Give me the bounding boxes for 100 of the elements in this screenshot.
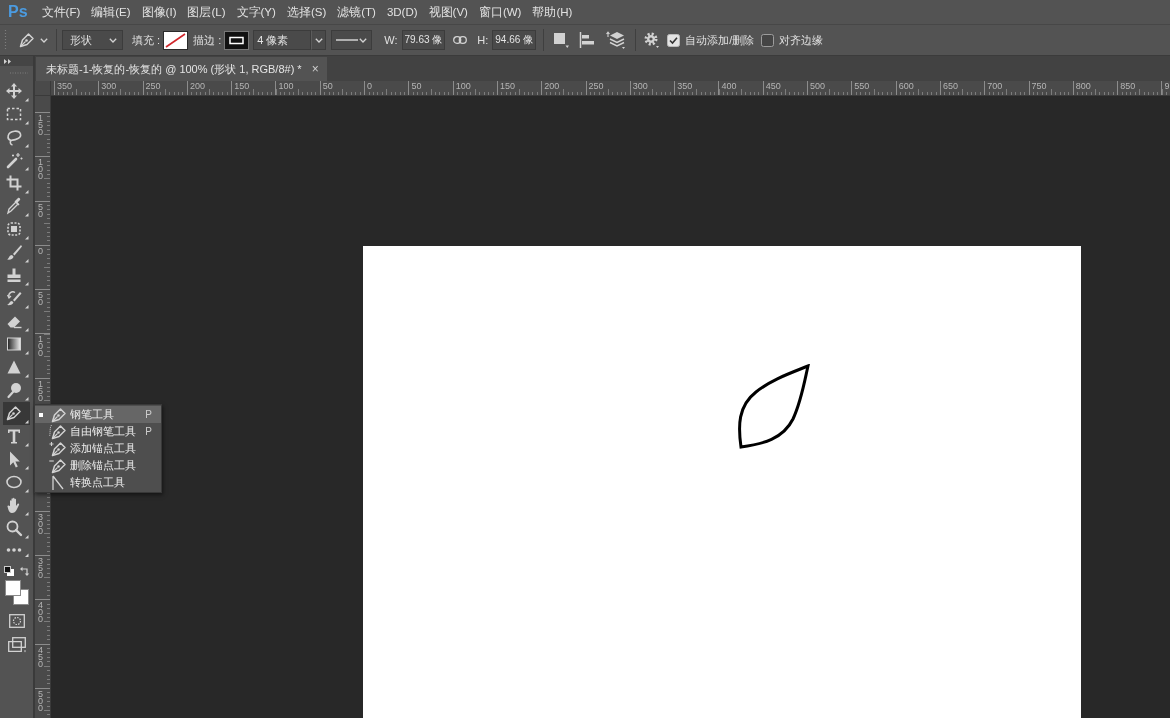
path-arrangement-button[interactable] <box>606 31 627 49</box>
layer-stack-icon <box>606 31 627 49</box>
flyout-menu-item[interactable]: 自由钢笔工具 P <box>35 423 161 440</box>
link-icon[interactable] <box>453 36 468 44</box>
ruler-label: 700 <box>986 81 1004 92</box>
path-alignment-button[interactable] <box>579 32 596 48</box>
ruler-label: 600 <box>897 81 915 92</box>
checkbox-label: 自动添加/删除 <box>685 32 755 48</box>
ruler-label: 350 <box>676 81 694 92</box>
height-label: H: <box>477 34 489 46</box>
menu-item-label: 添加锚点工具 <box>70 441 136 456</box>
ruler-label: 200 <box>543 81 561 92</box>
menu-item[interactable]: 帮助(H) <box>530 1 575 23</box>
crop-icon <box>4 173 29 194</box>
ruler-label: 650 <box>941 81 959 92</box>
caret-icon <box>40 37 48 43</box>
hand-icon <box>4 495 29 516</box>
ruler-label: 150 <box>498 81 516 92</box>
stroke-width-field[interactable]: 4 像素 <box>253 30 312 50</box>
ruler-label: 100 <box>38 159 44 181</box>
height-field[interactable]: 94.66 像 <box>492 30 537 50</box>
ruler-label: 350 <box>38 557 44 579</box>
more-icon <box>4 546 29 557</box>
app-logo: Ps <box>8 2 28 22</box>
menu-item[interactable]: 3D(D) <box>384 1 420 23</box>
history-brush-icon <box>4 288 29 309</box>
ruler-label: 400 <box>720 81 738 92</box>
ruler-label: 400 <box>38 602 44 624</box>
shape-mode-dropdown[interactable]: 形状 <box>62 30 123 50</box>
ruler-label: 9 <box>1163 81 1170 92</box>
eyedropper-icon <box>4 196 29 217</box>
menu-item[interactable]: 图层(L) <box>185 1 228 23</box>
checkbox[interactable] <box>667 33 681 47</box>
settings-icon <box>644 32 661 48</box>
collapse-icon[interactable] <box>4 58 12 64</box>
ruler-label: 800 <box>1074 81 1092 92</box>
ruler-label: 300 <box>100 81 118 92</box>
ruler-label: 350 <box>56 81 74 92</box>
menu-item[interactable]: 文字(Y) <box>234 1 278 23</box>
overlapping-windows-icon <box>7 637 26 653</box>
ruler-label: 150 <box>233 81 251 92</box>
ruler-label: 450 <box>38 646 44 668</box>
stroke-swatch-icon[interactable] <box>224 30 250 50</box>
default-colors-icon[interactable] <box>4 565 14 576</box>
ruler-label: 0 <box>38 247 44 255</box>
menu-item[interactable]: 视图(V) <box>426 1 470 23</box>
caret-icon <box>314 37 323 43</box>
settings-button[interactable] <box>644 32 661 48</box>
menu-item[interactable]: 选择(S) <box>284 1 329 23</box>
menu-item[interactable]: 滤镜(T) <box>335 1 378 23</box>
ruler-label: 500 <box>809 81 827 92</box>
caret-icon <box>359 37 368 43</box>
gradient-icon <box>4 334 29 355</box>
checkbox[interactable] <box>761 33 775 47</box>
menu-item[interactable]: 编辑(E) <box>89 1 133 23</box>
foreground-background-color-icon[interactable] <box>5 580 29 605</box>
solid-line-icon <box>336 38 359 42</box>
pen-icon <box>19 32 35 48</box>
ruler-label: 450 <box>764 81 782 92</box>
ruler-label: 50 <box>410 81 423 92</box>
menu-item-label: 钢笔工具 <box>70 407 114 422</box>
flyout-menu-item[interactable]: 添加锚点工具 <box>35 440 161 457</box>
menu-item-label: 转换点工具 <box>70 475 125 490</box>
freeform-pen-icon <box>49 423 67 440</box>
ruler-label: 850 <box>1119 81 1137 92</box>
ruler-label: 50 <box>321 81 334 92</box>
patch-icon <box>4 219 29 240</box>
ruler-label: 50 <box>38 292 44 307</box>
line-style-dropdown[interactable] <box>331 30 373 50</box>
ruler-label: 250 <box>587 81 605 92</box>
menu-item[interactable]: 图像(I) <box>139 1 179 23</box>
ruler-label: 500 <box>38 690 44 712</box>
pen-tool-button[interactable] <box>3 402 30 425</box>
stroke-width-dropdown-button[interactable] <box>311 30 327 50</box>
magic-wand-icon <box>4 150 29 171</box>
ruler-label: 150 <box>38 380 44 402</box>
width-field[interactable]: 79.63 像 <box>401 30 446 50</box>
ruler-label: 100 <box>454 81 472 92</box>
menu-item[interactable]: 窗口(W) <box>476 1 524 23</box>
square-icon <box>553 32 570 48</box>
ruler-label: 200 <box>188 81 206 92</box>
fill-swatch-icon[interactable] <box>163 30 189 50</box>
caret-icon <box>109 37 117 43</box>
lasso-icon <box>4 127 29 148</box>
shortcut-label: P <box>145 426 152 437</box>
document-tab[interactable]: 未标题-1-恢复的-恢复的 @ 100% (形状 1, RGB/8#) * × <box>36 57 327 81</box>
pen-icon <box>4 403 29 424</box>
width-label: W: <box>384 34 398 46</box>
flyout-menu-item[interactable]: 删除锚点工具 <box>35 457 161 474</box>
flyout-menu-item[interactable]: 转换点工具 <box>35 474 161 491</box>
dashed-circle-frame-icon <box>8 614 25 628</box>
path-operations-button[interactable] <box>553 32 570 48</box>
swap-colors-icon[interactable] <box>20 565 30 576</box>
ruler-label: 300 <box>631 81 649 92</box>
flyout-menu-item[interactable]: 钢笔工具 P <box>35 406 161 423</box>
ruler-label: 300 <box>38 513 44 535</box>
close-tab-button[interactable]: × <box>311 62 319 76</box>
shortcut-label: P <box>145 409 152 420</box>
menu-item-label: 删除锚点工具 <box>70 458 136 473</box>
menu-item[interactable]: 文件(F) <box>39 1 83 23</box>
